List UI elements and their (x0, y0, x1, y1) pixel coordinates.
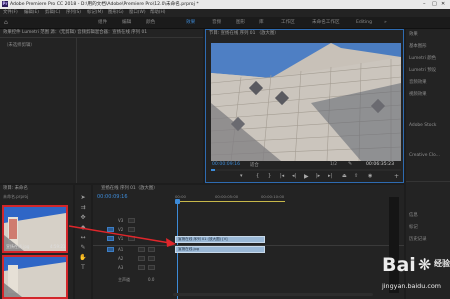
watermark-jingyan: 经验 (434, 259, 450, 268)
watermark-logo: Bai (382, 254, 416, 276)
watermark-paw-icon: ❋ (418, 255, 432, 274)
watermark-url: jingyan.baidu.com (382, 282, 441, 290)
